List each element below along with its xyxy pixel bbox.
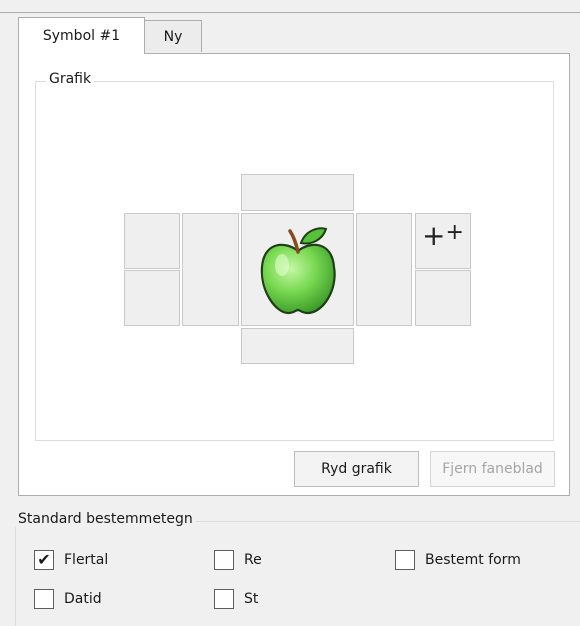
checkbox-re[interactable]: Re bbox=[214, 550, 262, 570]
slot-right-tall[interactable] bbox=[356, 213, 412, 326]
button-label: Fjern faneblad bbox=[442, 461, 543, 477]
checkbox-datid[interactable]: Datid bbox=[34, 589, 102, 609]
add-plus-icon: ++ bbox=[422, 219, 464, 252]
checkbox-box[interactable] bbox=[34, 589, 54, 609]
remove-tab-button[interactable]: Fjern faneblad bbox=[430, 451, 555, 487]
checkmark-icon[interactable]: ✔ bbox=[34, 550, 54, 570]
checkbox-box[interactable] bbox=[214, 589, 234, 609]
checkbox-box[interactable] bbox=[395, 550, 415, 570]
slot-right-bottom[interactable] bbox=[415, 270, 471, 326]
standard-title: Standard bestemmetegn bbox=[15, 511, 196, 527]
add-slot-button[interactable]: ++ bbox=[415, 213, 471, 269]
checkbox-label: St bbox=[244, 591, 259, 607]
window-top-border bbox=[0, 12, 580, 13]
slot-top[interactable] bbox=[241, 174, 354, 211]
checkbox-bestemt-form[interactable]: Bestemt form bbox=[395, 550, 521, 570]
checkbox-label: Flertal bbox=[64, 552, 109, 568]
checkbox-flertal[interactable]: ✔ Flertal bbox=[34, 550, 108, 570]
slot-left-tall[interactable] bbox=[182, 213, 239, 326]
checkbox-label: Bestemt form bbox=[425, 552, 521, 568]
clear-graphic-button[interactable]: Ryd grafik bbox=[294, 451, 419, 487]
tab-pane: Grafik ++ Ryd grafik Fjern faneblad bbox=[18, 53, 570, 496]
tab-symbol-1[interactable]: Symbol #1 bbox=[18, 17, 145, 54]
button-label: Ryd grafik bbox=[321, 461, 392, 477]
tab-ny[interactable]: Ny bbox=[145, 20, 202, 52]
apple-icon bbox=[260, 226, 336, 314]
slot-bottom[interactable] bbox=[241, 328, 354, 364]
slot-center[interactable] bbox=[241, 213, 354, 326]
grafik-groupbox: Grafik ++ bbox=[35, 71, 554, 441]
slot-left-bottom[interactable] bbox=[124, 270, 180, 326]
checkbox-label: Re bbox=[244, 552, 262, 568]
standard-groupbox bbox=[15, 521, 580, 626]
tab-label: Ny bbox=[163, 28, 183, 45]
checkbox-label: Datid bbox=[64, 591, 102, 607]
checkbox-st[interactable]: St bbox=[214, 589, 258, 609]
slot-left-top[interactable] bbox=[124, 213, 180, 269]
grafik-title: Grafik bbox=[46, 71, 95, 87]
checkbox-box[interactable] bbox=[214, 550, 234, 570]
tab-label: Symbol #1 bbox=[42, 28, 121, 44]
